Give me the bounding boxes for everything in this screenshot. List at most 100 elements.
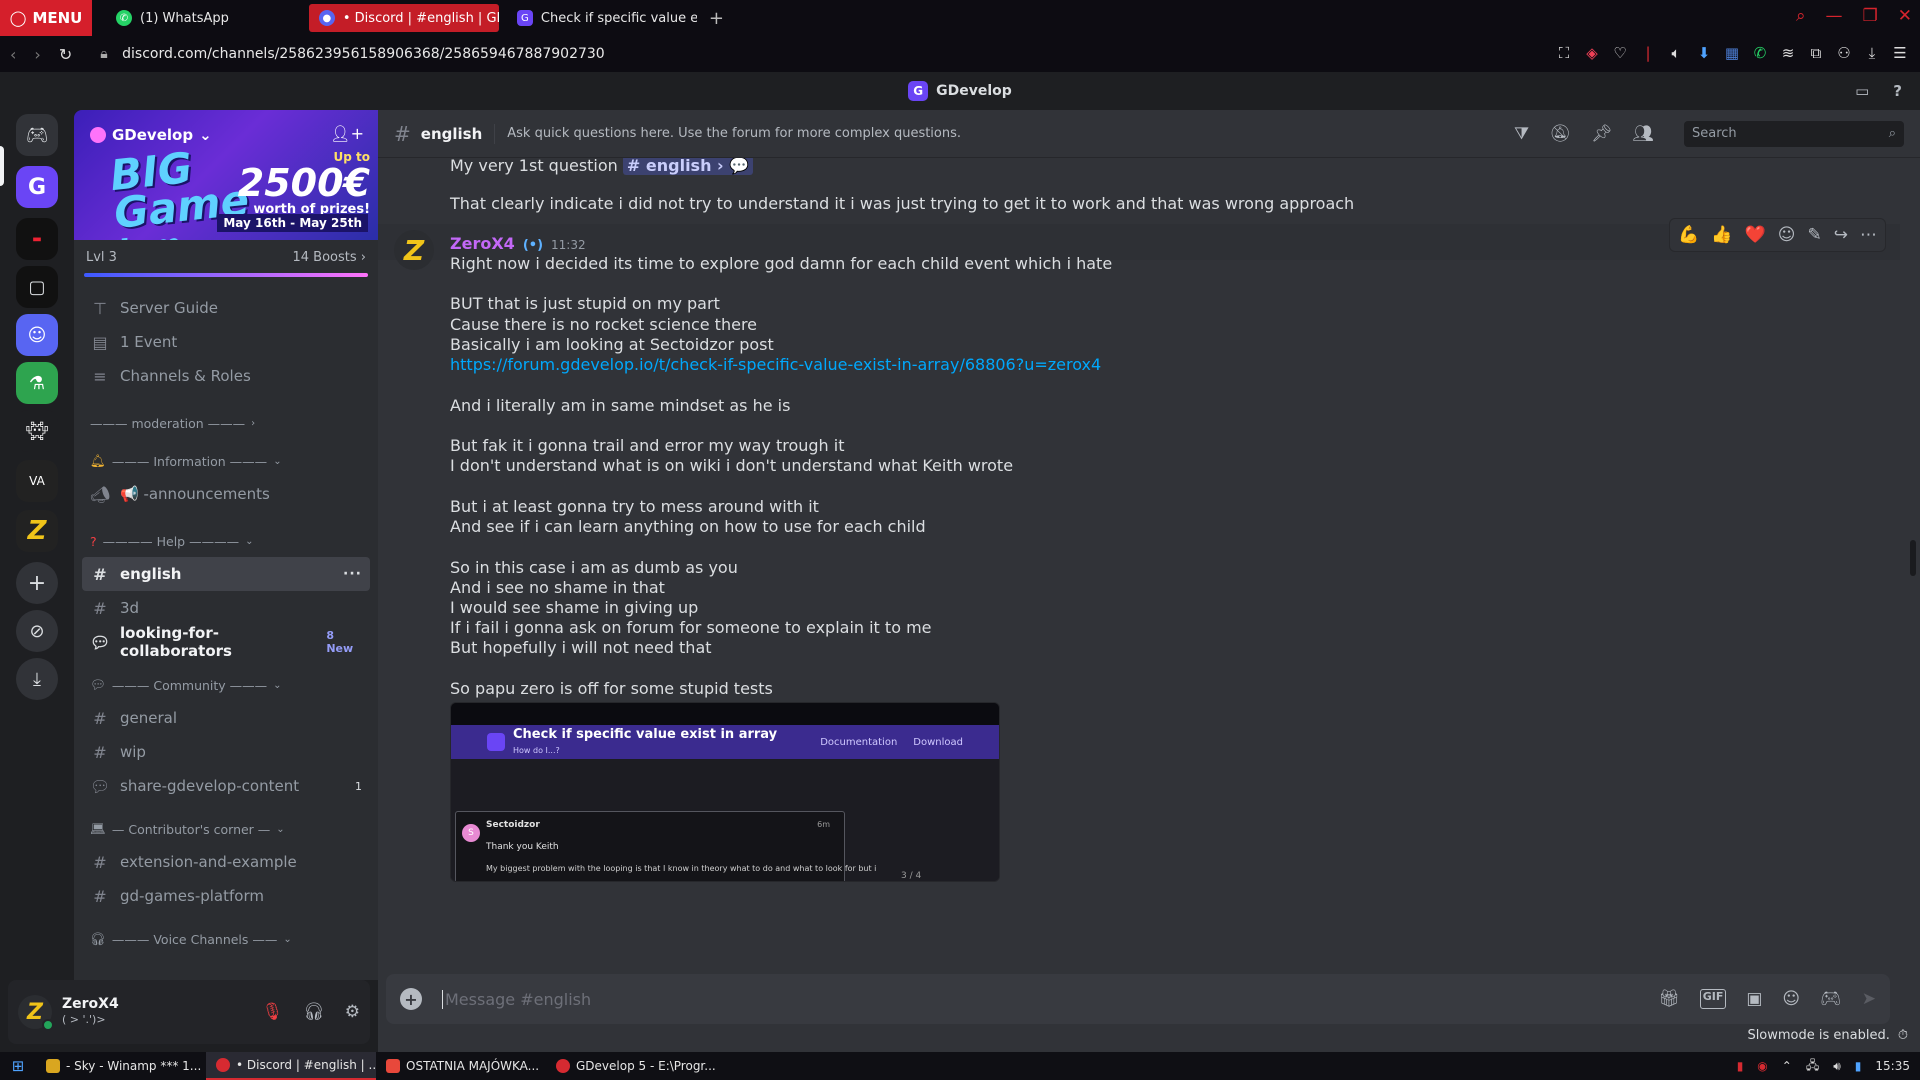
- discover-button[interactable]: ⊘: [16, 610, 58, 652]
- category-voice-channels[interactable]: 🎧︎ ——— Voice Channels —— ⌄: [82, 923, 370, 955]
- heart-icon[interactable]: ♡: [1612, 44, 1628, 62]
- more-options-icon[interactable]: ⋯: [1860, 225, 1877, 245]
- user-info[interactable]: ZeroX4 ( > '.')>: [62, 996, 119, 1028]
- search-tabs-icon[interactable]: ⌕: [1796, 6, 1806, 26]
- direct-messages-button[interactable]: 🎮︎: [16, 114, 58, 156]
- gift-icon[interactable]: 🎁︎: [1658, 989, 1680, 1009]
- channel-topic[interactable]: Ask quick questions here. Use the forum …: [507, 126, 961, 141]
- member-list-icon[interactable]: 👥︎: [1632, 124, 1654, 144]
- browser-menu-button[interactable]: ◯ MENU: [0, 0, 92, 36]
- channel-general[interactable]: # general: [82, 701, 370, 735]
- whatsapp-ext-icon[interactable]: ✆: [1752, 44, 1768, 62]
- category-information[interactable]: 🔔︎ ——— Information ——— ⌄: [82, 445, 370, 477]
- downloads-icon[interactable]: ⤓: [1864, 44, 1880, 62]
- channel-announcements[interactable]: 📣︎ 📢 -announcements: [82, 477, 370, 511]
- server-7[interactable]: VA: [16, 460, 58, 502]
- back-icon[interactable]: ‹: [10, 45, 16, 64]
- invite-people-icon[interactable]: 👤︎+: [330, 124, 364, 143]
- rss-icon[interactable]: ≋: [1780, 44, 1796, 62]
- pocket-icon[interactable]: ◈: [1584, 44, 1600, 62]
- close-icon[interactable]: ✕: [1898, 6, 1912, 26]
- volume-icon[interactable]: 🔊︎: [1833, 1059, 1841, 1074]
- minimize-icon[interactable]: —: [1826, 6, 1843, 26]
- category-community[interactable]: 💬︎ ——— Community ——— ⌄: [82, 669, 370, 701]
- download-arrow-icon[interactable]: ⬇: [1696, 44, 1712, 62]
- channel-looking-for-collaborators[interactable]: 💬︎ looking-for-collaborators 8 New: [82, 624, 370, 660]
- boost-row[interactable]: Lvl 3 14 Boosts ›: [74, 240, 378, 265]
- profile-icon[interactable]: ⚇: [1836, 44, 1852, 62]
- clock[interactable]: 15:35: [1875, 1059, 1910, 1073]
- taskbar-winamp[interactable]: - Sky - Winamp *** 1...: [36, 1052, 206, 1080]
- tray-gx-icon[interactable]: ◉: [1757, 1059, 1767, 1073]
- windows-start-icon[interactable]: ⊞: [0, 1057, 36, 1075]
- pin-icon[interactable]: 📌︎: [1591, 124, 1613, 144]
- puzzle-icon[interactable]: ⧉: [1808, 44, 1824, 62]
- notifications-muted-icon[interactable]: 🔕︎: [1549, 124, 1571, 144]
- easy-setup-icon[interactable]: ☰: [1892, 44, 1908, 62]
- speaker-icon[interactable]: 🔈︎: [1668, 44, 1684, 62]
- server-name-dropdown[interactable]: GDevelop ⌄: [90, 126, 212, 144]
- channel-mention[interactable]: # english › 💬: [622, 158, 754, 175]
- avatar[interactable]: Z: [18, 995, 54, 1031]
- tray-expand-icon[interactable]: ⌃: [1782, 1059, 1792, 1073]
- channel-share-gdevelop-content[interactable]: 💬︎ share-gdevelop-content 1: [82, 769, 370, 803]
- tray-bluetooth-icon[interactable]: ▮: [1855, 1059, 1862, 1073]
- message-author[interactable]: ZeroX4: [450, 234, 515, 253]
- scrollbar[interactable]: [1910, 540, 1916, 576]
- channel-english[interactable]: # english ···: [82, 557, 370, 591]
- category-moderation[interactable]: ——— moderation ——— ›: [82, 407, 370, 439]
- server-5[interactable]: ⚗: [16, 362, 58, 404]
- gif-icon[interactable]: GIF: [1699, 989, 1727, 1009]
- channels-roles-item[interactable]: ≡ Channels & Roles: [82, 359, 370, 393]
- server-gdevelop[interactable]: G: [16, 166, 58, 208]
- inbox-icon[interactable]: ▭: [1855, 82, 1869, 100]
- new-tab-button[interactable]: +: [709, 8, 724, 29]
- send-icon[interactable]: ➤: [1862, 989, 1876, 1009]
- forum-link[interactable]: https://forum.gdevelop.io/t/check-if-spe…: [450, 355, 1101, 374]
- server-6[interactable]: 👾︎: [16, 410, 58, 452]
- download-apps-button[interactable]: ⤓: [16, 658, 58, 700]
- taskbar-gdevelop[interactable]: GDevelop 5 - E:\Progr...: [546, 1052, 716, 1080]
- apps-gamepad-icon[interactable]: 🎮︎: [1820, 989, 1842, 1009]
- channel-extension-and-example[interactable]: # extension-and-example: [82, 845, 370, 879]
- flexed-biceps-icon[interactable]: 💪: [1678, 225, 1699, 245]
- attach-plus-button[interactable]: +: [400, 988, 422, 1010]
- restore-icon[interactable]: ❐: [1863, 6, 1878, 26]
- image-attachment[interactable]: Check if specific value exist in array H…: [450, 702, 1000, 882]
- add-server-button[interactable]: +: [16, 562, 58, 604]
- snapshot-icon[interactable]: ⛶: [1556, 44, 1572, 62]
- network-icon[interactable]: 🖧︎: [1806, 1056, 1819, 1077]
- more-options-icon[interactable]: ···: [343, 566, 362, 582]
- channel-wip[interactable]: # wip: [82, 735, 370, 769]
- edit-pencil-icon[interactable]: ✎: [1808, 225, 1822, 245]
- forward-icon[interactable]: ›: [34, 45, 40, 64]
- category-contributors-corner[interactable]: 💻︎ — Contributor's corner — ⌄: [82, 813, 370, 845]
- headphones-icon[interactable]: 🎧︎: [303, 1002, 325, 1022]
- tab-forum[interactable]: G Check if specific value ex: [507, 4, 697, 32]
- server-3[interactable]: ▢: [16, 266, 58, 308]
- microphone-muted-icon[interactable]: 🎙︎: [262, 1002, 284, 1022]
- extension-box-icon[interactable]: ▦: [1724, 44, 1740, 62]
- url-field[interactable]: 🔒︎ discord.com/channels/2586239561589063…: [100, 46, 605, 62]
- add-reaction-icon[interactable]: ☺: [1778, 225, 1796, 245]
- channel-gd-games-platform[interactable]: # gd-games-platform: [82, 879, 370, 913]
- server-guide-item[interactable]: ⊤ Server Guide: [82, 291, 370, 325]
- sticker-icon[interactable]: ▣: [1746, 989, 1762, 1009]
- red-heart-icon[interactable]: ❤️: [1745, 225, 1766, 245]
- thumbs-up-icon[interactable]: 👍: [1711, 225, 1732, 245]
- channel-3d[interactable]: # 3d: [82, 591, 370, 625]
- server-2[interactable]: ▬: [16, 218, 58, 260]
- help-icon[interactable]: ?: [1893, 82, 1902, 100]
- server-4[interactable]: ☺: [16, 314, 58, 356]
- timestamp[interactable]: 11:32: [551, 238, 586, 252]
- reload-icon[interactable]: ↻: [59, 45, 72, 64]
- avatar[interactable]: Z: [394, 230, 434, 270]
- server-8[interactable]: Z: [16, 510, 58, 552]
- forward-icon[interactable]: ↪: [1834, 225, 1848, 245]
- taskbar-discord[interactable]: • Discord | #english | ...: [206, 1052, 376, 1080]
- emoji-icon[interactable]: ☺: [1782, 989, 1800, 1009]
- threads-icon[interactable]: ⧩: [1514, 124, 1529, 144]
- tab-whatsapp[interactable]: ✆ (1) WhatsApp: [106, 4, 239, 32]
- taskbar-brave[interactable]: OSTATNIA MAJÓWKA...: [376, 1052, 546, 1080]
- gear-icon[interactable]: ⚙: [345, 1002, 360, 1022]
